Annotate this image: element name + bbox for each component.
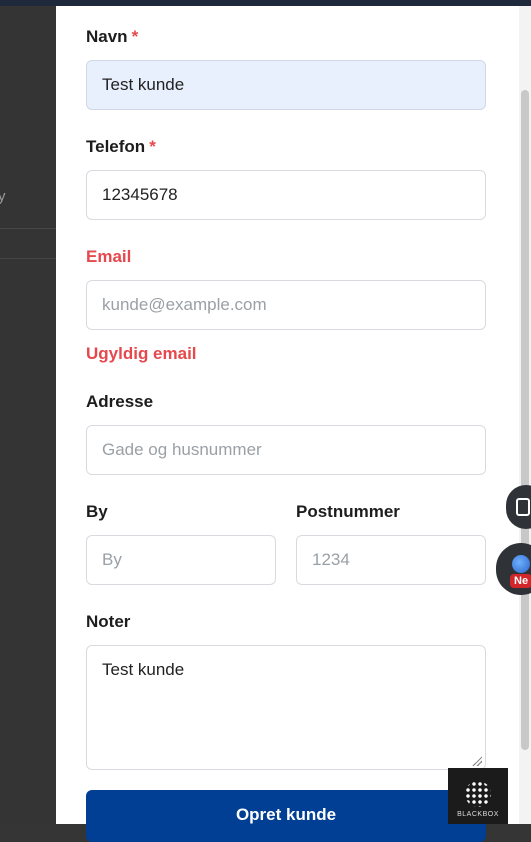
- city-label: By: [86, 502, 108, 521]
- scrollbar-thumb[interactable]: [521, 90, 529, 750]
- email-label: Email: [86, 247, 132, 266]
- create-customer-button[interactable]: Opret kunde: [86, 790, 486, 842]
- name-input-value: Test kunde: [102, 75, 185, 94]
- zip-label: Postnummer: [296, 502, 400, 521]
- background-divider: [0, 228, 56, 229]
- watermark-logo: BLACKBOX: [448, 768, 508, 824]
- book-icon: [516, 498, 530, 516]
- background-divider: [0, 258, 56, 259]
- phone-label: Telefon *: [86, 137, 156, 157]
- address-input[interactable]: Gade og husnummer: [86, 425, 486, 475]
- globe-icon: [512, 555, 530, 573]
- new-badge: Ne: [510, 574, 531, 588]
- name-label-text: Navn: [86, 27, 128, 46]
- notes-label: Noter: [86, 612, 131, 631]
- name-input[interactable]: Test kunde: [86, 60, 486, 110]
- watermark-text: BLACKBOX: [457, 811, 499, 818]
- phone-input-value: 12345678: [102, 185, 178, 204]
- address-label: Adresse: [86, 392, 154, 411]
- address-placeholder: Gade og husnummer: [102, 440, 262, 459]
- zip-placeholder: 1234: [312, 550, 350, 569]
- create-customer-panel: Navn * Test kunde Telefon * 12345678 Email…: [56, 6, 531, 842]
- city-input[interactable]: By: [86, 535, 276, 585]
- phone-label-text: Telefon: [86, 137, 146, 156]
- background-text-fragment: y: [0, 188, 6, 205]
- zip-input[interactable]: 1234: [296, 535, 486, 585]
- dotted-logo-icon: [465, 781, 491, 807]
- city-placeholder: By: [102, 550, 122, 569]
- required-marker: *: [149, 137, 156, 156]
- email-error-message: Ugyldig email: [86, 344, 197, 363]
- required-marker: *: [131, 27, 139, 46]
- page-backdrop: y: [0, 0, 531, 824]
- name-label: Navn *: [86, 27, 138, 47]
- scrollbar-track[interactable]: [519, 6, 531, 824]
- notes-textarea[interactable]: Test kunde: [86, 645, 486, 770]
- resize-handle-icon[interactable]: [472, 756, 482, 766]
- email-placeholder: kunde@example.com: [102, 295, 267, 314]
- phone-input[interactable]: 12345678: [86, 170, 486, 220]
- email-input[interactable]: kunde@example.com: [86, 280, 486, 330]
- notes-value: Test kunde: [102, 660, 185, 679]
